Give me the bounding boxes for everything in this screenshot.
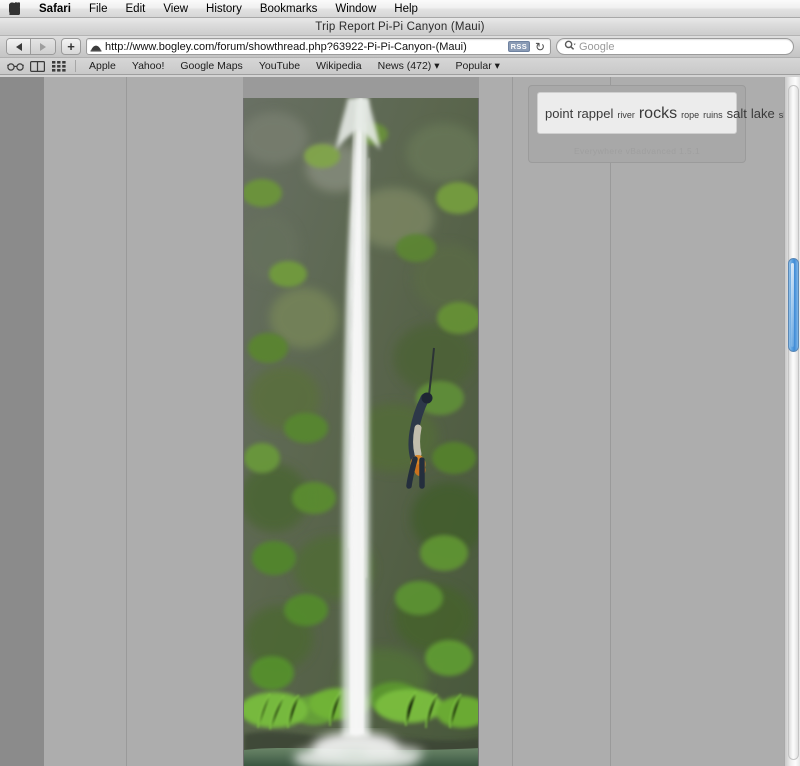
back-button[interactable]	[7, 39, 31, 54]
address-bar-url: http://www.bogley.com/forum/showthread.p…	[105, 40, 467, 53]
rss-badge[interactable]: RSS	[507, 40, 530, 53]
tag-rope[interactable]: rope	[681, 110, 699, 120]
menu-item-safari[interactable]: Safari	[30, 1, 80, 17]
tag-ruins[interactable]: ruins	[703, 110, 723, 120]
menu-item-bookmarks[interactable]: Bookmarks	[251, 1, 327, 17]
safari-window: Trip Report Pi-Pi Canyon (Maui) + http:/…	[0, 18, 800, 766]
tag-cloud: pointrappelriverrocksroperuinssaltlakesh…	[545, 98, 800, 127]
bookmark-news[interactable]: News (472) ▾	[371, 59, 447, 74]
bookmark-yahoo[interactable]: Yahoo!	[125, 59, 172, 74]
menu-item-view[interactable]: View	[154, 1, 197, 17]
window-title-bar[interactable]: Trip Report Pi-Pi Canyon (Maui)	[0, 18, 800, 36]
forward-button[interactable]	[31, 39, 55, 54]
search-placeholder: Google	[579, 40, 615, 53]
chevron-down-icon: ▾	[494, 59, 500, 72]
waterfall-photo-svg	[244, 98, 478, 766]
chevron-down-icon: ▾	[434, 59, 440, 72]
scrollbar-thumb[interactable]	[788, 258, 799, 352]
back-arrow-icon	[15, 42, 22, 51]
reload-icon[interactable]: ↻	[533, 40, 547, 54]
search-field[interactable]: Google	[556, 38, 794, 55]
column-divider-right	[512, 77, 513, 766]
sidebar-panel: pointrappelriverrocksroperuinssaltlakesh…	[528, 85, 800, 163]
bookmark-apple[interactable]: Apple	[82, 59, 123, 74]
bookmark-news-label: News (472)	[377, 59, 432, 72]
column-divider-sidebar	[610, 77, 611, 766]
page-title: Trip Report Pi-Pi Canyon (Maui)	[315, 20, 485, 33]
browser-toolbar: + http://www.bogley.com/forum/showthread…	[0, 36, 800, 58]
bookmark-popular[interactable]: Popular ▾	[449, 59, 507, 74]
bookmark-wikipedia[interactable]: Wikipedia	[309, 59, 369, 74]
tag-rappel[interactable]: rappel	[577, 106, 613, 121]
waterfall-photo[interactable]	[243, 98, 479, 766]
navigation-buttons	[6, 38, 56, 55]
menu-item-file[interactable]: File	[80, 1, 117, 17]
vertical-scrollbar[interactable]	[784, 77, 800, 766]
bookmark-google-maps[interactable]: Google Maps	[173, 59, 249, 74]
sidebar-tag-cloud-module: pointrappelriverrocksroperuinssaltlakesh…	[528, 85, 800, 163]
menu-item-edit[interactable]: Edit	[117, 1, 155, 17]
forward-arrow-icon	[40, 42, 46, 51]
top-sites-grid-icon[interactable]	[49, 59, 69, 74]
add-bookmark-button[interactable]: +	[61, 38, 81, 55]
bookmark-popular-label: Popular	[455, 59, 492, 72]
search-magnifier-icon	[564, 38, 576, 56]
bookmarks-separator	[75, 60, 76, 72]
address-bar[interactable]: http://www.bogley.com/forum/showthread.p…	[86, 38, 551, 55]
show-all-bookmarks-icon[interactable]	[27, 59, 47, 74]
menu-item-help[interactable]: Help	[385, 1, 427, 17]
page-content: pointrappelriverrocksroperuinssaltlakesh…	[0, 77, 800, 766]
reading-glasses-icon[interactable]	[5, 59, 25, 74]
bookmark-youtube[interactable]: YouTube	[252, 59, 307, 74]
tag-salt[interactable]: salt	[727, 106, 747, 121]
tag-rocks[interactable]: rocks	[639, 105, 677, 122]
tag-point[interactable]: point	[545, 106, 573, 121]
screen: Safari File Edit View History Bookmarks …	[0, 0, 800, 766]
apple-logo-icon[interactable]	[6, 1, 22, 17]
site-favicon-icon	[90, 41, 102, 52]
tag-cloud-box: pointrappelriverrocksroperuinssaltlakesh…	[537, 92, 800, 134]
macos-menu-bar: Safari File Edit View History Bookmarks …	[0, 0, 800, 18]
bookmarks-bar: Apple Yahoo! Google Maps YouTube Wikiped…	[0, 58, 800, 75]
tag-lake[interactable]: lake	[751, 106, 775, 121]
scrollbar-track[interactable]	[788, 85, 799, 760]
menu-item-history[interactable]: History	[197, 1, 251, 17]
page-left-gutter	[0, 77, 44, 766]
menu-item-window[interactable]: Window	[326, 1, 385, 17]
sidebar-footer-text: Everywhere vBadvanced 1.5.1	[573, 145, 701, 156]
column-divider-left	[126, 77, 127, 766]
post-image-container	[243, 77, 479, 766]
tag-river[interactable]: river	[617, 110, 635, 120]
